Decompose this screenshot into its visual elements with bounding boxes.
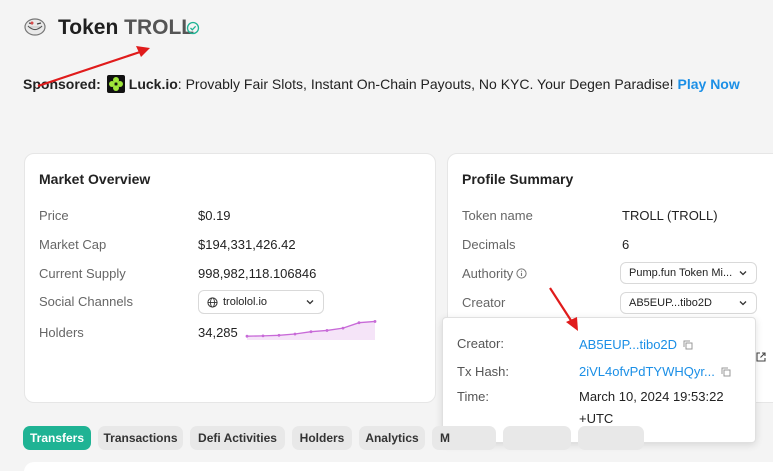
annotation-overlay xyxy=(37,46,578,331)
annotation-arrow xyxy=(549,287,578,331)
annotation-arrow xyxy=(37,46,150,88)
